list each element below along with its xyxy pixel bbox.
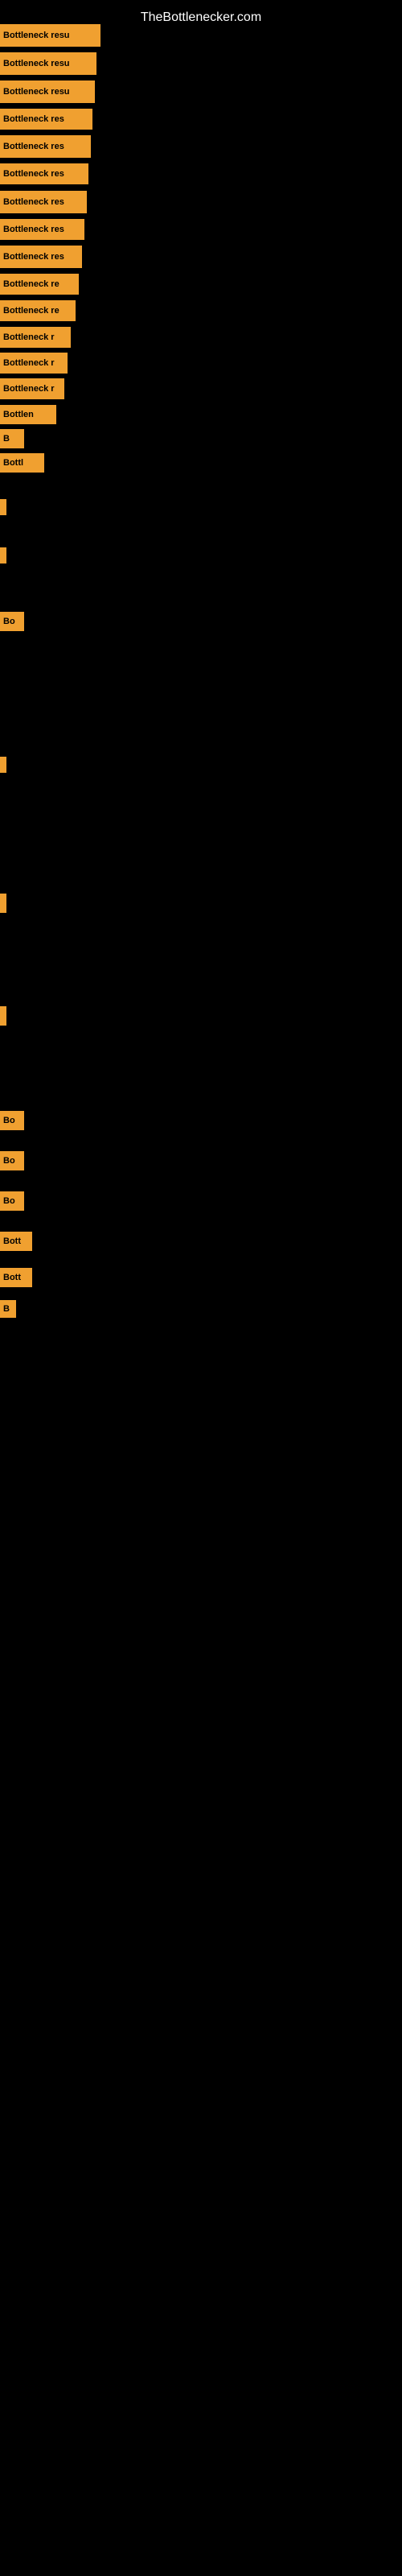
bar-item: Bottleneck r xyxy=(0,327,71,348)
bar-item: Bottleneck res xyxy=(0,219,84,240)
bar-item xyxy=(0,1006,6,1026)
bar-item: Bottl xyxy=(0,453,44,473)
bar-item xyxy=(0,499,6,515)
bar-item: Bottleneck res xyxy=(0,163,88,184)
bar-item: B xyxy=(0,1300,16,1318)
bar-item: Bottleneck re xyxy=(0,274,79,295)
bar-item xyxy=(0,894,6,913)
bar-item: Bottleneck re xyxy=(0,300,76,321)
bar-item: Bo xyxy=(0,1191,24,1211)
bar-item xyxy=(0,757,6,773)
bar-item: Bottleneck resu xyxy=(0,80,95,103)
bar-item: Bott xyxy=(0,1268,32,1287)
bar-item: Bo xyxy=(0,1151,24,1170)
bar-item: Bottleneck resu xyxy=(0,24,100,47)
bar-item: Bottleneck res xyxy=(0,246,82,268)
bar-item xyxy=(0,547,6,564)
bar-item: Bottleneck r xyxy=(0,353,68,374)
bar-item: Bottleneck res xyxy=(0,135,91,158)
bar-item: Bott xyxy=(0,1232,32,1251)
bar-item: Bo xyxy=(0,612,24,631)
bar-item: Bottleneck res xyxy=(0,191,87,213)
bar-item: Bottleneck r xyxy=(0,378,64,399)
bar-item: Bottlen xyxy=(0,405,56,424)
bar-item: B xyxy=(0,429,24,448)
bar-item: Bottleneck resu xyxy=(0,52,96,75)
bar-item: Bottleneck res xyxy=(0,109,92,130)
bar-item: Bo xyxy=(0,1111,24,1130)
